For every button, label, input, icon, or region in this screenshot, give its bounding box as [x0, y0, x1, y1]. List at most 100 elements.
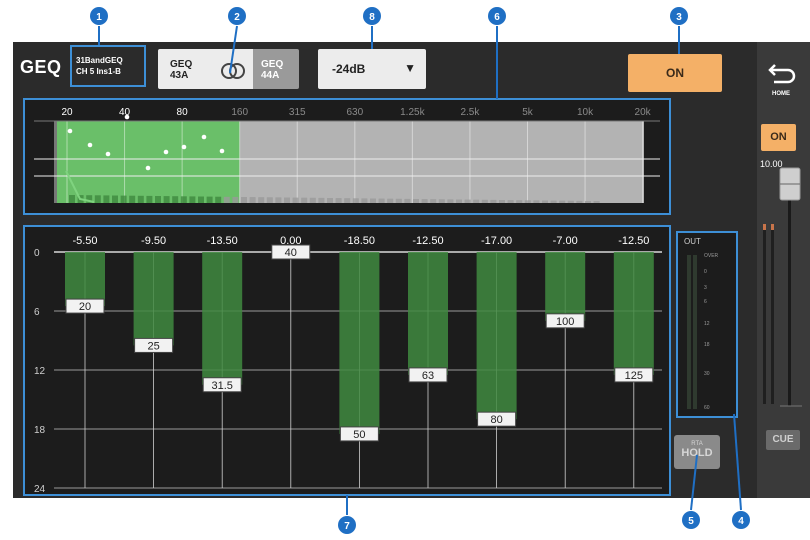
- rta-band-point: [105, 151, 111, 157]
- rta-spectrum-bar: [215, 196, 222, 203]
- rta-spectrum-bar: [430, 199, 437, 203]
- rta-spectrum-bar: [198, 196, 204, 203]
- rta-freq-label: 80: [177, 107, 189, 118]
- rta-spectrum-bar: [206, 196, 213, 203]
- rta-spectrum-bar: [137, 195, 144, 203]
- rta-spectrum-bar: [172, 196, 179, 203]
- rta-spectrum-bar: [94, 195, 101, 203]
- rta-freq-label: 315: [289, 107, 306, 118]
- rta-band-point: [181, 144, 187, 150]
- eq-band-gain-label: -12.50: [618, 235, 649, 247]
- rta-spectrum-bar: [585, 201, 591, 203]
- eq-band-gain-label: -13.50: [207, 235, 238, 247]
- rta-left-edge: [54, 121, 57, 203]
- callout-number: 8: [369, 12, 375, 23]
- eq-db-tick-label: 6: [34, 307, 40, 318]
- callout-badge: 7: [338, 495, 356, 534]
- eq-band-freq-label: 80: [490, 414, 502, 426]
- rta-spectrum-bar: [438, 199, 445, 203]
- rta-spectrum-bar: [490, 199, 497, 203]
- callout-number: 3: [676, 12, 682, 23]
- rta-spectrum-bar: [395, 198, 402, 203]
- callout-leader: [733, 413, 742, 511]
- rta-spectrum-bar: [327, 198, 333, 203]
- rta-spectrum-bar: [576, 200, 583, 203]
- rta-spectrum-bar: [344, 198, 351, 203]
- eq-band-bar: [545, 252, 586, 321]
- rta-spectrum-bar: [464, 199, 471, 203]
- rta-spectrum-bar: [361, 198, 368, 203]
- rta-band-point: [145, 165, 151, 171]
- rta-spectrum-bar: [120, 195, 127, 203]
- rta-spectrum-bar: [481, 199, 488, 203]
- rta-spectrum-bar: [559, 200, 566, 203]
- callout-badge: 2: [228, 7, 246, 74]
- callout-badge: 1: [90, 7, 108, 45]
- callout-number: 4: [738, 516, 744, 527]
- eq-band-gain-label: -9.50: [141, 235, 166, 247]
- eq-db-tick-label: 12: [34, 366, 46, 377]
- rta-freq-label: 160: [231, 107, 248, 118]
- rta-spectrum-bar: [456, 199, 462, 203]
- rta-spectrum-bar: [550, 200, 557, 203]
- eq-band-bar: [476, 252, 517, 420]
- eq-band-freq-label: 31.5: [211, 380, 232, 392]
- rta-spectrum-bar: [447, 199, 454, 203]
- eq-band-bar: [613, 252, 654, 375]
- rta-spectrum-bar: [378, 198, 385, 203]
- rta-spectrum-bar: [473, 199, 480, 203]
- rta-spectrum-bar: [533, 200, 540, 203]
- rta-spectrum-bar: [103, 195, 110, 203]
- callout-badge: 8: [363, 7, 381, 49]
- rta-spectrum-bar: [516, 200, 523, 203]
- rta-band-point: [87, 142, 93, 148]
- callout-badge: 4: [732, 413, 750, 529]
- callout-number: 7: [344, 521, 350, 532]
- rta-spectrum-bar: [352, 198, 359, 203]
- callout-leader: [690, 454, 698, 511]
- rta-band-point: [201, 134, 207, 140]
- eq-db-tick-label: 24: [34, 484, 46, 495]
- eq-band-bar: [65, 252, 105, 307]
- callout-badge: 5: [682, 454, 700, 529]
- rta-spectrum-bar: [232, 196, 239, 203]
- rta-spectrum-bar: [593, 201, 600, 203]
- rta-band-point: [124, 114, 130, 120]
- eq-band-bar: [133, 252, 174, 346]
- rta-spectrum-bar: [301, 197, 308, 203]
- eq-band-gain-label: -17.00: [481, 235, 512, 247]
- eq-band-gain-label: -7.00: [553, 235, 578, 247]
- rta-spectrum-bar: [387, 198, 394, 203]
- eq-band-gain-label: -18.50: [344, 235, 375, 247]
- rta-spectrum-bar: [292, 197, 299, 203]
- rta-spectrum-bar: [241, 197, 247, 203]
- rta-spectrum-bar: [69, 195, 75, 203]
- rta-spectrum-bar: [275, 197, 282, 203]
- rta-spectrum-bar: [189, 196, 196, 203]
- eq-band-freq-label: 20: [79, 301, 91, 313]
- rta-spectrum-bar: [413, 199, 419, 203]
- eq-band-bar: [202, 252, 243, 385]
- rta-spectrum-bar: [567, 200, 574, 203]
- rta-spectrum-bar: [129, 195, 136, 203]
- rta-freq-label: 5k: [522, 107, 534, 118]
- eq-band-freq-label: 100: [556, 316, 574, 328]
- rta-freq-label: 2.5k: [460, 107, 480, 118]
- eq-db-tick-label: 18: [34, 425, 46, 436]
- rta-spectrum-bar: [499, 200, 505, 203]
- rta-spectrum-bar: [163, 196, 170, 203]
- rta-spectrum-bar: [284, 197, 290, 203]
- rta-spectrum-bar: [524, 200, 531, 203]
- rta-freq-label: 630: [346, 107, 363, 118]
- rta-spectrum-bar: [507, 200, 514, 203]
- eq-band-bar: [408, 252, 448, 375]
- callout-number: 6: [494, 12, 500, 23]
- rta-spectrum-bar: [370, 198, 376, 203]
- callout-number: 5: [688, 516, 694, 527]
- rta-band-point: [163, 149, 169, 155]
- callout-number: 1: [96, 12, 102, 23]
- rta-spectrum-bar: [309, 197, 316, 203]
- geq-graphics: 20 40 80 160 315 630 1.25k 2.5k 5k 10k 20k06121824…: [23, 7, 750, 534]
- rta-band-point: [67, 128, 73, 134]
- rta-freq-label: 20: [61, 107, 73, 118]
